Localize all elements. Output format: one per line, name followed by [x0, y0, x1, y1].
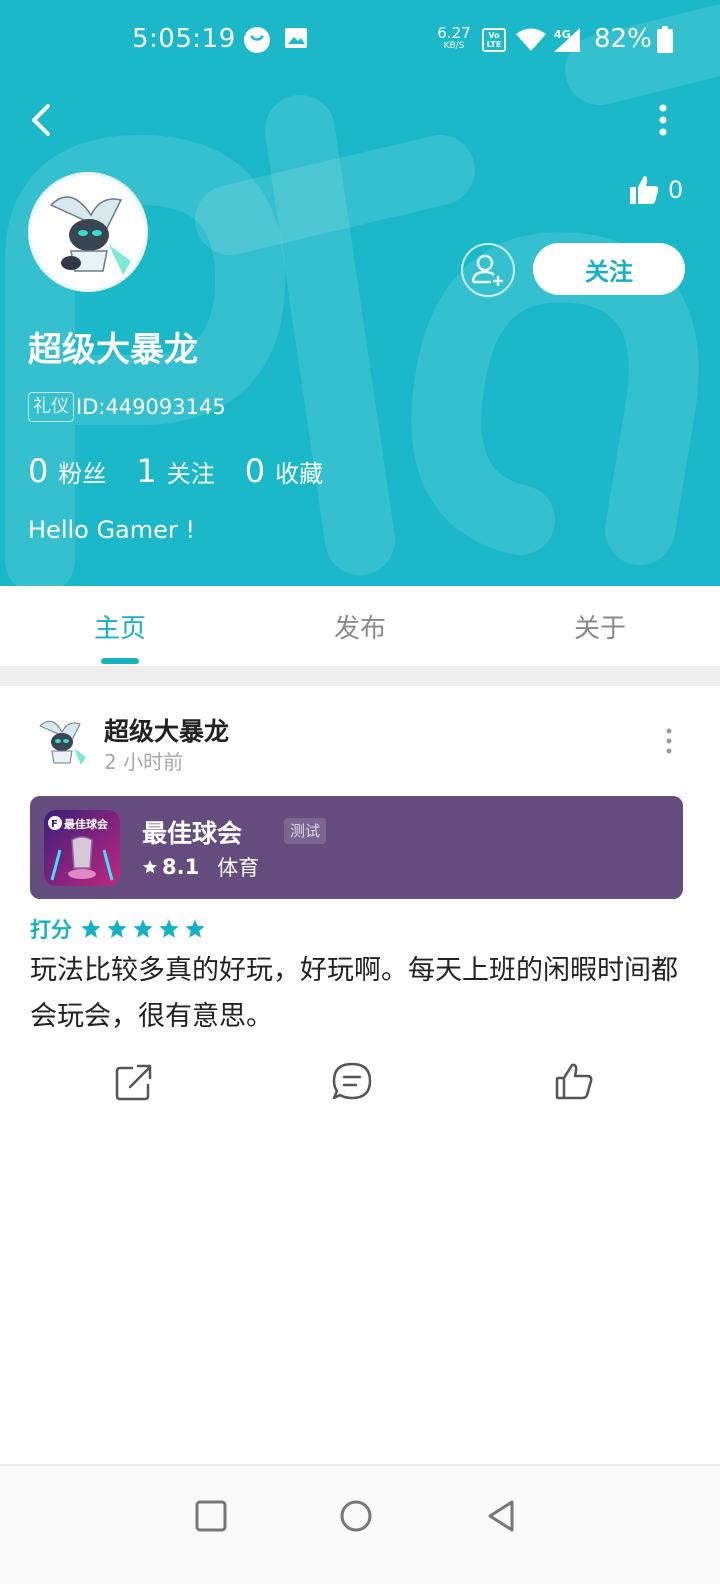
game-card[interactable]: F 最佳球会 最佳球会 测试 8.1 体育 [30, 796, 683, 899]
comment-icon[interactable] [330, 1060, 374, 1104]
rating-star-icon [133, 919, 153, 938]
profile-page: 5:05:19 6.27 KB/S Vo LTE 4G 82% 0 关注 超级大… [0, 0, 720, 1584]
profile-username: 超级大暴龙 [28, 330, 198, 370]
volte-icon: Vo LTE [482, 28, 506, 52]
game-app-icon: F 最佳球会 [44, 810, 120, 886]
id-badge: 礼仪 [28, 392, 74, 422]
notification-app-icon [244, 27, 270, 53]
review-post: 超级大暴龙 2 小时前 F 最佳球会 最佳球会 测试 8.1 体育 打分 玩法比… [0, 686, 720, 1126]
cellular-signal-icon: 4G [554, 28, 580, 52]
rating-stars [80, 918, 210, 940]
following-count[interactable]: 1 [136, 452, 156, 490]
profile-bio: Hello Gamer ! [28, 516, 196, 544]
add-user-icon [471, 254, 503, 286]
recent-apps-icon[interactable] [191, 1496, 231, 1536]
score-label: 打分 [30, 918, 72, 942]
game-test-badge: 测试 [284, 818, 327, 844]
score-row: 打分 [30, 914, 210, 944]
battery-icon [657, 26, 673, 53]
post-content: 玩法比较多真的好玩，好玩啊。每天上班的闲暇时间都会玩会，很有意思。 [30, 955, 678, 1032]
home-icon[interactable] [336, 1496, 376, 1536]
tab-posts-label: 发布 [333, 613, 386, 644]
tab-home-label: 主页 [93, 613, 146, 644]
back-arrow-icon[interactable] [22, 98, 62, 142]
svg-text:F: F [51, 819, 58, 830]
share-icon[interactable] [112, 1060, 156, 1104]
user-id-row: 礼仪 ID:449093145 [28, 392, 226, 422]
net-speed: 6.27 KB/S [437, 24, 471, 52]
post-more-icon[interactable] [660, 726, 678, 756]
active-tab-indicator [101, 658, 139, 664]
like-counter[interactable]: 0 [628, 172, 683, 208]
user-id: ID:449093145 [76, 395, 226, 419]
following-label[interactable]: 关注 [167, 454, 215, 489]
post-author-avatar[interactable] [30, 710, 92, 772]
tab-posts[interactable]: 发布 [240, 586, 480, 666]
svg-text:最佳球会: 最佳球会 [64, 817, 109, 831]
rating-star-icon [185, 919, 205, 938]
svg-text:4G: 4G [554, 28, 571, 41]
profile-avatar[interactable] [28, 172, 148, 292]
wifi-icon [516, 28, 546, 51]
favorites-label[interactable]: 收藏 [275, 454, 323, 489]
game-rating-row: 8.1 体育 [142, 852, 259, 882]
followers-label[interactable]: 粉丝 [58, 454, 106, 489]
rating-star-icon [107, 919, 127, 938]
favorites-count[interactable]: 0 [245, 452, 265, 490]
status-time: 5:05:19 [132, 24, 236, 54]
profile-tabs: 主页 发布 关于 [0, 586, 720, 666]
followers-count[interactable]: 0 [28, 452, 48, 490]
rating-star-icon [159, 919, 179, 938]
tab-about[interactable]: 关于 [480, 586, 720, 666]
battery-percent: 82% [594, 24, 652, 54]
thumbs-up-icon [630, 176, 659, 204]
image-notification-icon [285, 28, 307, 48]
follow-button[interactable]: 关注 [533, 243, 685, 295]
game-name: 最佳球会 [142, 819, 243, 848]
profile-stats: 0 粉丝 1 关注 0 收藏 [28, 452, 353, 490]
tab-about-label: 关于 [573, 613, 626, 644]
add-friend-button[interactable] [461, 243, 515, 297]
game-rating: 8.1 [162, 855, 200, 879]
status-bar: 5:05:19 6.27 KB/S Vo LTE 4G 82% [0, 0, 720, 80]
system-navigation-bar [0, 1466, 720, 1584]
like-count: 0 [668, 176, 684, 204]
post-author-name[interactable]: 超级大暴龙 [104, 712, 229, 748]
section-divider [0, 666, 720, 686]
profile-header: 5:05:19 6.27 KB/S Vo LTE 4G 82% 0 关注 超级大… [0, 0, 720, 586]
like-icon[interactable] [552, 1060, 596, 1104]
more-options-icon[interactable] [648, 100, 678, 140]
game-category: 体育 [217, 856, 260, 880]
post-actions [0, 1060, 720, 1110]
post-timestamp: 2 小时前 [104, 750, 184, 774]
rating-star-icon [81, 919, 101, 938]
system-back-icon[interactable] [482, 1496, 522, 1536]
tab-home[interactable]: 主页 [0, 586, 240, 666]
star-icon [143, 860, 157, 874]
